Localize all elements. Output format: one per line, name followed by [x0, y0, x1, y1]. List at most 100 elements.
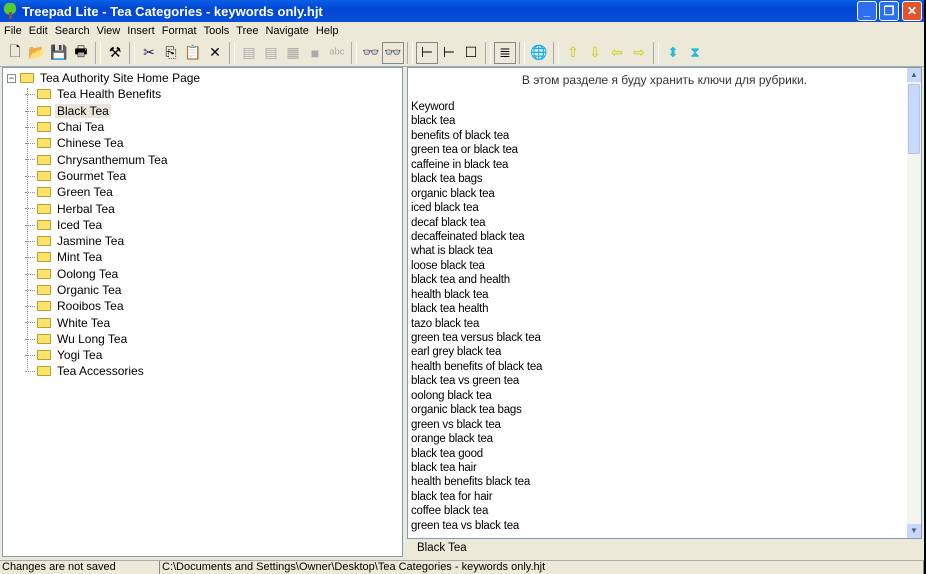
- tree-node-label: Herbal Tea: [57, 201, 115, 216]
- save-icon[interactable]: 💾: [48, 42, 70, 64]
- open-folder-icon[interactable]: 📂: [26, 42, 48, 64]
- tree-node[interactable]: Chai Tea: [3, 119, 402, 135]
- keyword-line: coffee black tea: [411, 505, 489, 518]
- menu-help[interactable]: Help: [314, 25, 344, 37]
- keyword-line: tazo black tea: [411, 317, 480, 330]
- treepad-app-icon: [2, 3, 18, 19]
- folder-icon: [37, 170, 51, 181]
- copy-icon[interactable]: ⎘: [160, 42, 182, 64]
- keyword-line: what is black tea: [411, 245, 493, 258]
- toolbar: 🗋 📂 💾 🖶 ⚒ ✂ ⎘ 📋 ✕ ▤ ▤ ▦ ■ ᵃᵇᶜ 👓 👓 ⊢ ⊢ ☐ …: [0, 39, 924, 67]
- blank-page-icon[interactable]: ☐: [460, 42, 482, 64]
- keyword-line: black tea hair: [411, 461, 477, 474]
- tree-node-label: Oolong Tea: [57, 266, 119, 281]
- save-status: Changes are not saved: [0, 561, 160, 574]
- tree-node-label: Green Tea: [57, 185, 113, 200]
- menu-view[interactable]: View: [95, 25, 126, 37]
- tree-node[interactable]: Chinese Tea: [3, 135, 402, 151]
- keyword-line: decaf black tea: [411, 216, 486, 229]
- tree-node[interactable]: Oolong Tea: [3, 266, 402, 282]
- tree-node-label: Chinese Tea: [57, 136, 124, 151]
- keyword-line: black tea vs green tea: [411, 375, 520, 388]
- tree-node[interactable]: Chrysanthemum Tea: [3, 151, 402, 167]
- tree-node-label: Tea Health Benefits: [57, 87, 162, 102]
- menu-file[interactable]: File: [2, 25, 27, 37]
- scroll-down-icon[interactable]: ▼: [907, 524, 921, 538]
- tree-node[interactable]: Herbal Tea: [3, 200, 402, 216]
- folder-icon: [37, 301, 51, 312]
- node-icon[interactable]: ■: [304, 42, 326, 64]
- article-editor[interactable]: В этом разделе я буду хранить ключи для …: [407, 67, 922, 539]
- collapse-all-icon[interactable]: ⧗: [684, 42, 706, 64]
- keyword-line: caffeine in black tea: [411, 158, 509, 171]
- menu-tree[interactable]: Tree: [234, 25, 263, 37]
- insert-child-icon[interactable]: ▦: [282, 42, 304, 64]
- close-button[interactable]: ✕: [902, 1, 922, 21]
- word-wrap-icon[interactable]: ≣: [494, 41, 516, 64]
- spellcheck-icon[interactable]: ᵃᵇᶜ: [326, 42, 348, 64]
- menu-insert[interactable]: Insert: [125, 25, 160, 37]
- minimize-button[interactable]: _: [857, 1, 877, 21]
- tree-node[interactable]: White Tea: [3, 314, 402, 330]
- folder-icon: [37, 333, 51, 344]
- expand-all-icon[interactable]: ⬍: [662, 42, 684, 64]
- folder-icon: [37, 203, 51, 214]
- menu-edit[interactable]: Edit: [27, 25, 53, 37]
- tree-node[interactable]: Jasmine Tea: [3, 233, 402, 249]
- print-icon[interactable]: 🖶: [70, 42, 92, 64]
- tree-node[interactable]: Rooibos Tea: [3, 298, 402, 314]
- menu-tools[interactable]: Tools: [202, 25, 235, 37]
- folder-icon: [20, 73, 34, 84]
- insert-node-before-icon[interactable]: ▤: [238, 42, 260, 64]
- tree-node[interactable]: Wu Long Tea: [3, 331, 402, 347]
- status-bar: Changes are not saved C:\Documents and S…: [0, 560, 924, 574]
- tree-node[interactable]: Mint Tea: [3, 249, 402, 265]
- paste-icon[interactable]: 📋: [182, 42, 204, 64]
- keyword-line: green tea versus black tea: [411, 332, 541, 344]
- tree-node[interactable]: Organic Tea: [3, 282, 402, 298]
- move-left-icon[interactable]: ⇦: [606, 42, 628, 64]
- tree-root-node[interactable]: − Tea Authority Site Home Page: [3, 70, 402, 86]
- keyword-line: black tea bags: [411, 173, 483, 186]
- vertical-scrollbar[interactable]: ▲ ▼: [907, 68, 921, 538]
- tree-node-label: Wu Long Tea: [57, 331, 128, 346]
- tree-node[interactable]: Yogi Tea: [3, 347, 402, 363]
- folder-icon: [37, 154, 51, 165]
- restore-button[interactable]: ❐: [879, 1, 899, 21]
- insert-node-after-icon[interactable]: ▤: [260, 42, 282, 64]
- tree-node[interactable]: Tea Health Benefits: [3, 86, 402, 102]
- keyword-line: black tea health: [411, 303, 489, 316]
- window-title: Treepad Lite - Tea Categories - keywords…: [22, 3, 323, 19]
- scroll-thumb[interactable]: [908, 84, 920, 154]
- collapse-icon[interactable]: −: [7, 73, 16, 83]
- folder-icon: [37, 122, 51, 133]
- tree-node[interactable]: Gourmet Tea: [3, 168, 402, 184]
- menu-navigate[interactable]: Navigate: [263, 25, 313, 37]
- cut-icon[interactable]: ✂: [138, 42, 160, 64]
- tree-node[interactable]: Green Tea: [3, 184, 402, 200]
- tools-icon[interactable]: ⚒: [104, 42, 126, 64]
- find-icon[interactable]: 👓: [360, 42, 382, 64]
- scroll-up-icon[interactable]: ▲: [907, 68, 921, 82]
- new-file-icon[interactable]: 🗋: [4, 42, 26, 64]
- find-next-icon[interactable]: 👓: [382, 41, 404, 64]
- article-heading: В этом разделе я буду хранить ключи для …: [521, 73, 808, 87]
- tree-node[interactable]: Tea Accessories: [3, 363, 402, 379]
- move-up-icon[interactable]: ⇧: [562, 42, 584, 64]
- folder-icon: [37, 105, 51, 116]
- tree-node-label: Tea Accessories: [57, 364, 144, 379]
- keyword-line: iced black tea: [411, 202, 479, 215]
- move-right-icon[interactable]: ⇨: [628, 42, 650, 64]
- folder-icon: [37, 366, 51, 377]
- move-down-icon[interactable]: ⇩: [584, 42, 606, 64]
- tree-node[interactable]: Black Tea: [3, 103, 402, 119]
- tree-view-icon[interactable]: ⊢: [416, 41, 438, 64]
- folder-icon: [37, 350, 51, 361]
- folder-icon: [37, 219, 51, 230]
- menu-search[interactable]: Search: [53, 25, 95, 37]
- delete-icon[interactable]: ✕: [204, 42, 226, 64]
- menu-format[interactable]: Format: [160, 25, 202, 37]
- tree-node[interactable]: Iced Tea: [3, 217, 402, 233]
- tree-view-alt-icon[interactable]: ⊢: [438, 42, 460, 64]
- globe-icon[interactable]: 🌐: [528, 42, 550, 64]
